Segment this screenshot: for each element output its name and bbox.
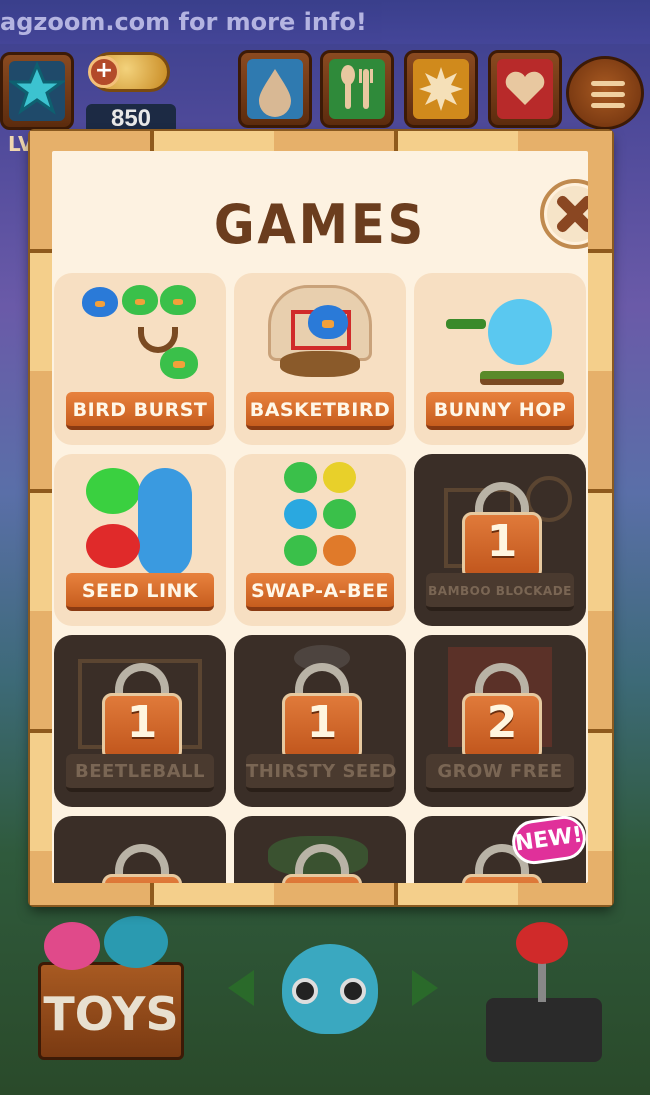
lock-icon: 2 [462, 663, 542, 763]
pet-eye [292, 978, 318, 1004]
lock-icon: 1 [462, 482, 542, 582]
nest-icon [280, 351, 360, 377]
bee-icon [284, 498, 317, 530]
platform-icon [446, 319, 486, 329]
bee-icon [323, 498, 356, 530]
heart-icon [497, 59, 553, 119]
toy-blue-bunny [104, 916, 168, 968]
lock-level: 1 [486, 516, 518, 567]
frame-bottom [30, 883, 612, 905]
toys-chest-button[interactable]: TOYS [38, 962, 184, 1060]
bunny-icon [488, 299, 552, 365]
game-label: BUNNY HOP [426, 392, 574, 430]
game-tile-bunny-hop[interactable]: BUNNY HOP [414, 273, 586, 445]
game-label: GROW FREE [426, 754, 574, 792]
lock-body [282, 874, 362, 883]
game-label: BASKETBIRD [246, 392, 394, 430]
game-tile-seed-link[interactable]: SEED LINK [54, 454, 226, 626]
hamburger-line [591, 103, 625, 108]
drop-icon [247, 59, 303, 119]
lock-level: 1 [126, 697, 158, 748]
promo-banner: agzoom.com for more info! [0, 0, 650, 44]
game-label: SEED LINK [66, 573, 214, 611]
fork-spoon-icon [329, 59, 385, 119]
add-coins-button[interactable]: + [88, 56, 120, 88]
coin-count: 850 [86, 104, 176, 134]
game-label: BIRD BURST [66, 392, 214, 430]
modal-title: GAMES [213, 193, 427, 256]
hamburger-line [591, 92, 625, 97]
green-bird-icon [160, 347, 198, 379]
game-tile-thirsty-seed[interactable]: 1 THIRSTY SEED [234, 635, 406, 807]
blue-bird-icon [308, 305, 348, 339]
blue-seed-icon [138, 468, 192, 578]
game-tile-bamboo-blockade[interactable]: 1 BAMBOO BLOCKADE [414, 454, 586, 626]
joystick-icon [516, 922, 568, 964]
bee-icon [284, 462, 317, 493]
green-seed-icon [86, 468, 140, 514]
previous-pet-arrow[interactable] [228, 970, 254, 1006]
pet-bunny[interactable] [282, 944, 378, 1034]
next-pet-arrow[interactable] [412, 970, 438, 1006]
lock-level: 1 [306, 697, 338, 748]
bee-grid [284, 462, 356, 566]
green-bird-icon [122, 285, 158, 315]
game-tile-bird-burst[interactable]: BIRD BURST [54, 273, 226, 445]
toy-pink-bird [44, 922, 100, 970]
joystick-games-button[interactable] [486, 922, 602, 1062]
red-seed-icon [86, 524, 140, 568]
game-tile-swap-a-bee[interactable]: SWAP-A-BEE [234, 454, 406, 626]
toys-label: TOYS [43, 987, 179, 1041]
games-modal: GAMES BIRD BURST BASKETBIRD BUNNY HOP SE… [30, 131, 612, 905]
game-tile-locked[interactable] [234, 816, 406, 883]
menu-button[interactable] [566, 56, 644, 130]
green-bird-icon [160, 285, 196, 315]
hamburger-icon [591, 81, 625, 86]
bee-icon [323, 535, 356, 566]
game-label: THIRSTY SEED [246, 754, 396, 792]
game-tile-basketbird[interactable]: BASKETBIRD [234, 273, 406, 445]
game-label: BEETLEBALL [66, 754, 214, 792]
promo-banner-text: agzoom.com for more info! [0, 8, 367, 36]
food-button[interactable] [320, 50, 394, 128]
games-panel: GAMES BIRD BURST BASKETBIRD BUNNY HOP SE… [52, 151, 588, 883]
sun-button[interactable] [404, 50, 478, 128]
frame-left [30, 131, 54, 905]
star-icon [7, 61, 67, 121]
platform-icon [480, 371, 564, 385]
level-star-button[interactable] [0, 52, 74, 130]
game-tile-locked[interactable] [54, 816, 226, 883]
water-button[interactable] [238, 50, 312, 128]
lock-icon: 1 [282, 663, 362, 763]
game-tile-beetleball[interactable]: 1 BEETLEBALL [54, 635, 226, 807]
lock-level: 2 [486, 697, 518, 748]
lock-body [462, 874, 542, 883]
frame-right [588, 131, 612, 905]
game-label: SWAP-A-BEE [246, 573, 394, 611]
love-button[interactable] [488, 50, 562, 128]
pet-eye [340, 978, 366, 1004]
lock-icon [282, 844, 362, 883]
game-tile-grow-free[interactable]: 2 GROW FREE [414, 635, 586, 807]
lock-icon: 1 [102, 663, 182, 763]
lock-icon [102, 844, 182, 883]
bee-icon [323, 462, 356, 493]
sun-icon [413, 59, 469, 119]
lock-body [102, 874, 182, 883]
frame-top [30, 131, 612, 153]
blue-bird-icon [82, 287, 118, 317]
game-label: BAMBOO BLOCKADE [426, 573, 574, 611]
bee-icon [284, 535, 317, 566]
